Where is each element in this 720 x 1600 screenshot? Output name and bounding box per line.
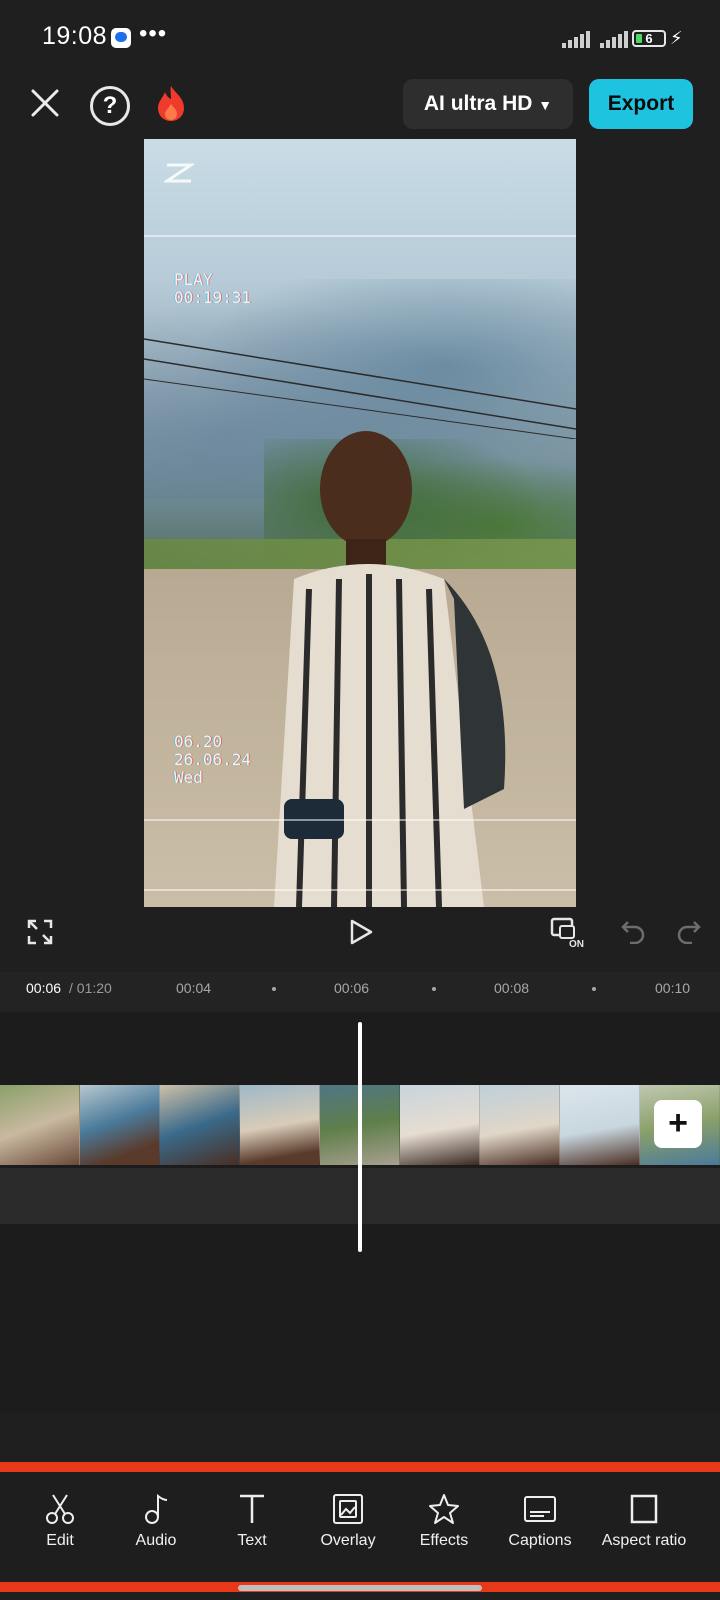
glitch-line: [144, 819, 576, 821]
fire-icon[interactable]: [154, 84, 188, 122]
clip-thumbnail: [80, 1085, 160, 1165]
undo-button[interactable]: [620, 918, 646, 945]
capcut-watermark-icon: [162, 161, 196, 185]
fullscreen-button[interactable]: [26, 918, 54, 946]
aspect-ratio-icon: [630, 1494, 658, 1524]
ruler-tick: 00:10: [655, 980, 691, 996]
tool-aspect-ratio[interactable]: Aspect ratio: [592, 1492, 696, 1550]
ruler-dot: [272, 987, 276, 991]
chevron-down-icon: ▼: [538, 97, 553, 113]
tool-label: Edit: [46, 1532, 74, 1549]
close-icon: [31, 89, 59, 117]
svg-text:ON: ON: [569, 939, 584, 949]
tool-overlay[interactable]: Overlay: [300, 1492, 396, 1550]
vhs-time: 06.20: [174, 732, 223, 751]
total-duration: / 01:20: [69, 980, 112, 996]
quality-label: AI ultra HD: [423, 92, 533, 115]
tool-effects[interactable]: Effects: [396, 1492, 492, 1550]
undo-icon: [621, 921, 645, 945]
status-clock: 19:08: [42, 22, 108, 50]
signal-strength-icon: [560, 30, 628, 48]
scissors-icon: [46, 1494, 74, 1524]
battery-level: 6: [645, 31, 653, 46]
playhead[interactable]: [358, 1022, 362, 1252]
tool-label: Overlay: [320, 1532, 376, 1549]
battery-icon: 6: [632, 30, 666, 47]
tool-label: Audio: [135, 1532, 177, 1549]
add-clip-button[interactable]: +: [654, 1100, 702, 1148]
redo-button[interactable]: [676, 918, 702, 945]
text-icon: [240, 1494, 264, 1523]
star-effects-icon: [429, 1494, 459, 1524]
ruler-tick: 00:08: [494, 980, 530, 996]
message-notification-icon: [111, 28, 131, 48]
tool-captions[interactable]: Captions: [492, 1492, 588, 1550]
fullscreen-icon: [27, 919, 53, 945]
more-notifications-icon: •••: [139, 20, 168, 47]
clip-thumbnail: [240, 1085, 320, 1165]
tool-audio[interactable]: Audio: [108, 1492, 204, 1550]
clip-thumbnail: [0, 1085, 80, 1165]
close-button[interactable]: [26, 84, 64, 122]
overlay-icon: [333, 1494, 363, 1524]
keyframe-toggle-button[interactable]: ON: [550, 917, 586, 950]
glitch-line: [144, 889, 576, 891]
tool-label: Aspect ratio: [601, 1532, 687, 1549]
clip-thumbnail: [480, 1085, 560, 1165]
vhs-overlay-bottom: 06.20 26.06.24 Wed: [174, 733, 251, 787]
redo-icon: [677, 921, 701, 945]
tool-label: Effects: [419, 1532, 469, 1549]
ruler-tick: 00:04: [176, 980, 212, 996]
vhs-date: 26.06.24: [174, 750, 252, 769]
play-icon: [350, 919, 373, 945]
vhs-play-label: PLAY: [174, 270, 213, 289]
glitch-line: [144, 235, 576, 237]
vhs-weekday: Wed: [174, 768, 203, 787]
clip-thumbnail: [560, 1085, 640, 1165]
home-indicator[interactable]: [238, 1585, 482, 1591]
clip-thumbnail: [160, 1085, 240, 1165]
ruler-tick: 00:06: [334, 980, 370, 996]
help-button[interactable]: ?: [90, 86, 130, 126]
quality-dropdown[interactable]: AI ultra HD ▼: [403, 79, 573, 129]
vhs-overlay-top: PLAY 00:19:31: [174, 271, 251, 307]
tool-label: Text: [237, 1532, 267, 1549]
ruler-dot: [432, 987, 436, 991]
clip-thumbnail: [400, 1085, 480, 1165]
play-button[interactable]: [348, 918, 374, 946]
preview-person: [274, 431, 506, 907]
tool-label: Captions: [508, 1532, 572, 1549]
tool-edit[interactable]: Edit: [12, 1492, 108, 1550]
video-preview[interactable]: PLAY 00:19:31 06.20 26.06.24 Wed: [144, 139, 576, 907]
current-time: 00:06: [26, 980, 62, 996]
music-note-icon: [145, 1493, 168, 1524]
export-button[interactable]: Export: [589, 79, 693, 129]
bottom-toolbar: Edit Audio Text Overlay Effects Captions…: [0, 1462, 720, 1592]
captions-icon: [524, 1496, 556, 1522]
vhs-counter: 00:19:31: [174, 288, 252, 307]
ruler-dot: [592, 987, 596, 991]
power-lines: [144, 338, 576, 439]
on-toggle-icon: ON: [550, 917, 584, 950]
tool-text[interactable]: Text: [204, 1492, 300, 1550]
charging-icon: ⚡: [670, 28, 683, 48]
